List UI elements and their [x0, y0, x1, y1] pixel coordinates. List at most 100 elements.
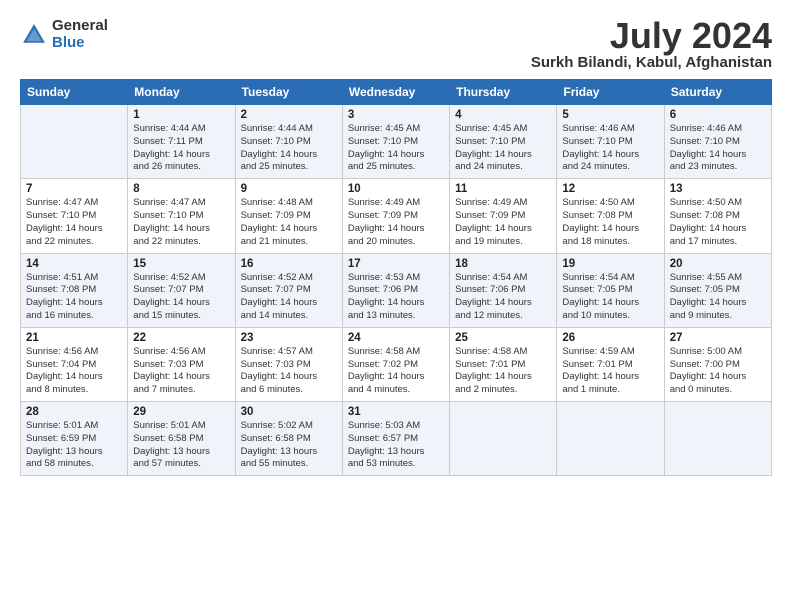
day-info: Sunrise: 4:52 AM Sunset: 7:07 PM Dayligh…: [241, 272, 337, 323]
day-number: 21: [26, 332, 122, 344]
calendar-cell: 9Sunrise: 4:48 AM Sunset: 7:09 PM Daylig…: [235, 179, 342, 253]
week-row-3: 14 Sunrise: 4:51 AM Sunset: 7:08 PM Dayli…: [21, 253, 772, 327]
calendar-cell: 30 Sunrise: 5:02 AM Sunset: 6:58 PM Dayli…: [235, 402, 342, 476]
day-info: Sunrise: 5:01 AM Sunset: 6:59 PM Dayligh…: [26, 420, 122, 471]
calendar-cell: 23Sunrise: 4:57 AM Sunset: 7:03 PM Dayli…: [235, 327, 342, 401]
day-number: 4: [455, 109, 551, 121]
day-number: 15: [133, 258, 229, 270]
day-info: Sunrise: 4:46 AM Sunset: 7:10 PM Dayligh…: [670, 123, 766, 174]
day-number: 27: [670, 332, 766, 344]
day-info: Sunrise: 4:54 AM Sunset: 7:05 PM Dayligh…: [562, 272, 658, 323]
calendar-table: SundayMondayTuesdayWednesdayThursdayFrid…: [20, 79, 772, 476]
calendar-cell: 10Sunrise: 4:49 AM Sunset: 7:09 PM Dayli…: [342, 179, 449, 253]
calendar-cell: 7 Sunrise: 4:47 AM Sunset: 7:10 PM Daylig…: [21, 179, 128, 253]
day-number: 18: [455, 258, 551, 270]
weekday-header-row: SundayMondayTuesdayWednesdayThursdayFrid…: [21, 80, 772, 105]
day-number: 14: [26, 258, 122, 270]
week-row-4: 21 Sunrise: 4:56 AM Sunset: 7:04 PM Dayli…: [21, 327, 772, 401]
calendar-cell: 18 Sunrise: 4:54 AM Sunset: 7:06 PM Dayli…: [450, 253, 557, 327]
day-info: Sunrise: 5:02 AM Sunset: 6:58 PM Dayligh…: [241, 420, 337, 471]
day-info: Sunrise: 4:46 AM Sunset: 7:10 PM Dayligh…: [562, 123, 658, 174]
day-info: Sunrise: 4:54 AM Sunset: 7:06 PM Dayligh…: [455, 272, 551, 323]
day-info: Sunrise: 4:58 AM Sunset: 7:01 PM Dayligh…: [455, 346, 551, 397]
day-number: 9: [241, 183, 337, 195]
day-number: 8: [133, 183, 229, 195]
calendar-cell: 25Sunrise: 4:58 AM Sunset: 7:01 PM Dayli…: [450, 327, 557, 401]
calendar-cell: 27 Sunrise: 5:00 AM Sunset: 7:00 PM Dayli…: [664, 327, 771, 401]
calendar-cell: [450, 402, 557, 476]
weekday-header-saturday: Saturday: [664, 80, 771, 105]
weekday-header-tuesday: Tuesday: [235, 80, 342, 105]
day-number: 19: [562, 258, 658, 270]
calendar-cell: 5 Sunrise: 4:46 AM Sunset: 7:10 PM Daylig…: [557, 105, 664, 179]
day-number: 24: [348, 332, 444, 344]
day-number: 5: [562, 109, 658, 121]
header: General Blue July 2024 Surkh Bilandi, Ka…: [20, 18, 772, 71]
calendar-cell: 1Sunrise: 4:44 AM Sunset: 7:11 PM Daylig…: [128, 105, 235, 179]
calendar-cell: 13 Sunrise: 4:50 AM Sunset: 7:08 PM Dayli…: [664, 179, 771, 253]
calendar-cell: 17 Sunrise: 4:53 AM Sunset: 7:06 PM Dayli…: [342, 253, 449, 327]
calendar-cell: 14 Sunrise: 4:51 AM Sunset: 7:08 PM Dayli…: [21, 253, 128, 327]
day-info: Sunrise: 4:59 AM Sunset: 7:01 PM Dayligh…: [562, 346, 658, 397]
day-info: Sunrise: 4:44 AM Sunset: 7:10 PM Dayligh…: [241, 123, 337, 174]
calendar-cell: 8 Sunrise: 4:47 AM Sunset: 7:10 PM Daylig…: [128, 179, 235, 253]
day-info: Sunrise: 4:50 AM Sunset: 7:08 PM Dayligh…: [562, 197, 658, 248]
day-info: Sunrise: 4:50 AM Sunset: 7:08 PM Dayligh…: [670, 197, 766, 248]
week-row-2: 7 Sunrise: 4:47 AM Sunset: 7:10 PM Daylig…: [21, 179, 772, 253]
calendar-cell: 21 Sunrise: 4:56 AM Sunset: 7:04 PM Dayli…: [21, 327, 128, 401]
day-number: 13: [670, 183, 766, 195]
day-info: Sunrise: 4:51 AM Sunset: 7:08 PM Dayligh…: [26, 272, 122, 323]
day-info: Sunrise: 5:03 AM Sunset: 6:57 PM Dayligh…: [348, 420, 444, 471]
calendar-cell: 11 Sunrise: 4:49 AM Sunset: 7:09 PM Dayli…: [450, 179, 557, 253]
calendar-cell: 20 Sunrise: 4:55 AM Sunset: 7:05 PM Dayli…: [664, 253, 771, 327]
calendar-cell: 22 Sunrise: 4:56 AM Sunset: 7:03 PM Dayli…: [128, 327, 235, 401]
calendar-cell: 6 Sunrise: 4:46 AM Sunset: 7:10 PM Daylig…: [664, 105, 771, 179]
calendar-cell: 24Sunrise: 4:58 AM Sunset: 7:02 PM Dayli…: [342, 327, 449, 401]
calendar-cell: [664, 402, 771, 476]
day-number: 11: [455, 183, 551, 195]
day-number: 3: [348, 109, 444, 121]
month-title: July 2024: [531, 18, 772, 54]
week-row-1: 1Sunrise: 4:44 AM Sunset: 7:11 PM Daylig…: [21, 105, 772, 179]
day-number: 22: [133, 332, 229, 344]
day-info: Sunrise: 5:01 AM Sunset: 6:58 PM Dayligh…: [133, 420, 229, 471]
day-number: 12: [562, 183, 658, 195]
day-info: Sunrise: 4:47 AM Sunset: 7:10 PM Dayligh…: [133, 197, 229, 248]
day-info: Sunrise: 4:56 AM Sunset: 7:03 PM Dayligh…: [133, 346, 229, 397]
logo-icon: [20, 21, 48, 49]
calendar-cell: 4 Sunrise: 4:45 AM Sunset: 7:10 PM Daylig…: [450, 105, 557, 179]
calendar-cell: 12 Sunrise: 4:50 AM Sunset: 7:08 PM Dayli…: [557, 179, 664, 253]
day-number: 2: [241, 109, 337, 121]
calendar-cell: 15 Sunrise: 4:52 AM Sunset: 7:07 PM Dayli…: [128, 253, 235, 327]
day-info: Sunrise: 4:49 AM Sunset: 7:09 PM Dayligh…: [348, 197, 444, 248]
weekday-header-wednesday: Wednesday: [342, 80, 449, 105]
logo: General Blue: [20, 18, 108, 51]
calendar-cell: 16Sunrise: 4:52 AM Sunset: 7:07 PM Dayli…: [235, 253, 342, 327]
day-number: 20: [670, 258, 766, 270]
calendar-cell: 26Sunrise: 4:59 AM Sunset: 7:01 PM Dayli…: [557, 327, 664, 401]
weekday-header-thursday: Thursday: [450, 80, 557, 105]
calendar-cell: 31 Sunrise: 5:03 AM Sunset: 6:57 PM Dayli…: [342, 402, 449, 476]
weekday-header-sunday: Sunday: [21, 80, 128, 105]
logo-general-text: General: [52, 18, 108, 35]
day-info: Sunrise: 4:53 AM Sunset: 7:06 PM Dayligh…: [348, 272, 444, 323]
day-number: 6: [670, 109, 766, 121]
day-info: Sunrise: 4:45 AM Sunset: 7:10 PM Dayligh…: [348, 123, 444, 174]
day-info: Sunrise: 4:56 AM Sunset: 7:04 PM Dayligh…: [26, 346, 122, 397]
day-info: Sunrise: 5:00 AM Sunset: 7:00 PM Dayligh…: [670, 346, 766, 397]
day-info: Sunrise: 4:55 AM Sunset: 7:05 PM Dayligh…: [670, 272, 766, 323]
page: General Blue July 2024 Surkh Bilandi, Ka…: [0, 0, 792, 486]
day-number: 17: [348, 258, 444, 270]
logo-text: General Blue: [52, 18, 108, 51]
week-row-5: 28Sunrise: 5:01 AM Sunset: 6:59 PM Dayli…: [21, 402, 772, 476]
day-number: 30: [241, 406, 337, 418]
weekday-header-friday: Friday: [557, 80, 664, 105]
day-number: 7: [26, 183, 122, 195]
day-info: Sunrise: 4:44 AM Sunset: 7:11 PM Dayligh…: [133, 123, 229, 174]
day-info: Sunrise: 4:49 AM Sunset: 7:09 PM Dayligh…: [455, 197, 551, 248]
day-info: Sunrise: 4:45 AM Sunset: 7:10 PM Dayligh…: [455, 123, 551, 174]
day-info: Sunrise: 4:52 AM Sunset: 7:07 PM Dayligh…: [133, 272, 229, 323]
day-info: Sunrise: 4:47 AM Sunset: 7:10 PM Dayligh…: [26, 197, 122, 248]
day-number: 31: [348, 406, 444, 418]
location-title: Surkh Bilandi, Kabul, Afghanistan: [531, 54, 772, 71]
